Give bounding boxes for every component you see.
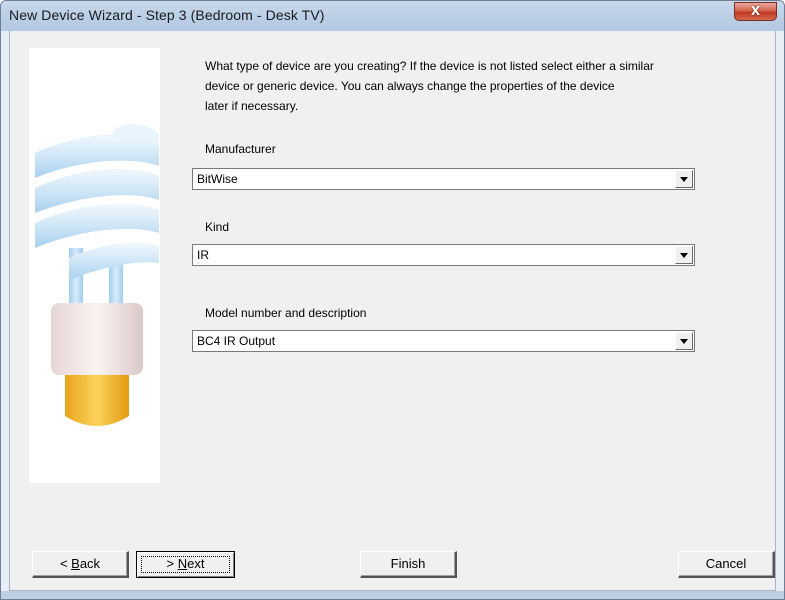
focus-rectangle (141, 556, 230, 573)
intro-text: What type of device are you creating? If… (205, 56, 765, 116)
wizard-image-panel (29, 48, 160, 483)
manufacturer-value: BitWise (197, 172, 238, 186)
manufacturer-label: Manufacturer (205, 142, 276, 156)
wizard-window: New Device Wizard - Step 3 (Bedroom - De… (0, 0, 785, 600)
back-button[interactable]: < Back (32, 551, 129, 578)
chevron-down-icon[interactable] (675, 246, 693, 264)
back-label-rest: ack (79, 556, 101, 571)
kind-value: IR (197, 248, 209, 262)
finish-button[interactable]: Finish (360, 551, 457, 578)
model-label: Model number and description (205, 306, 367, 320)
window-title: New Device Wizard - Step 3 (Bedroom - De… (9, 7, 325, 23)
next-button[interactable]: > Next (136, 551, 235, 578)
model-value: BC4 IR Output (197, 334, 276, 348)
intro-line: device or generic device. You can always… (205, 79, 615, 93)
kind-label: Kind (205, 220, 230, 234)
chevron-down-icon[interactable] (675, 170, 693, 188)
intro-line: What type of device are you creating? If… (205, 59, 654, 73)
back-prefix: < (59, 556, 72, 571)
manufacturer-combobox[interactable]: BitWise (192, 168, 695, 190)
cancel-button[interactable]: Cancel (678, 551, 775, 578)
intro-line: later if necessary. (205, 99, 299, 113)
back-accelerator: B (71, 556, 80, 571)
close-icon: X (750, 4, 761, 18)
close-button[interactable]: X (734, 2, 777, 21)
cfl-bulb-icon (35, 124, 159, 426)
chevron-down-icon[interactable] (675, 332, 693, 350)
dialog-body: What type of device are you creating? If… (9, 31, 776, 591)
title-bar[interactable]: New Device Wizard - Step 3 (Bedroom - De… (1, 1, 784, 31)
window-bottom-frame (1, 591, 784, 599)
model-combobox[interactable]: BC4 IR Output (192, 330, 695, 352)
kind-combobox[interactable]: IR (192, 244, 695, 266)
